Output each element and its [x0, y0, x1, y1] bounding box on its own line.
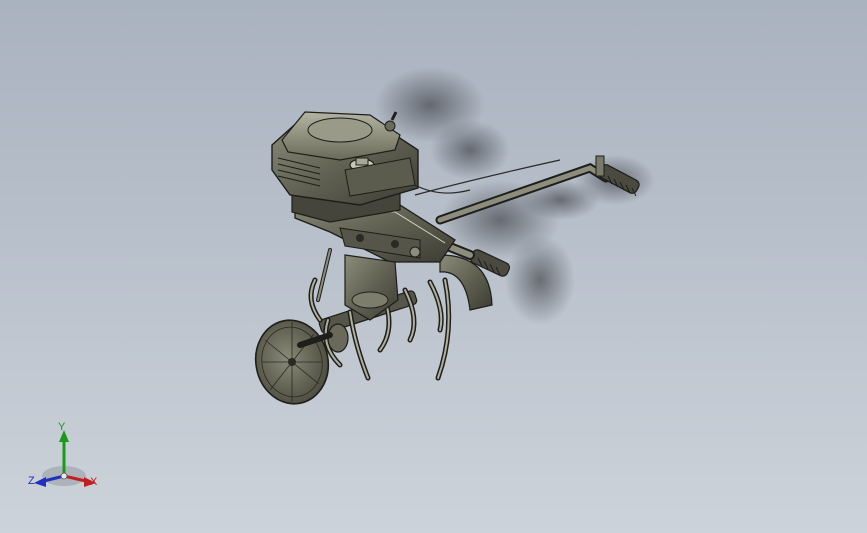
- reference-triad: Y Z X: [26, 420, 106, 492]
- throttle-cable: [414, 184, 471, 194]
- depth-stake[interactable]: [316, 248, 332, 302]
- tiller-cultivator-model[interactable]: [0, 0, 867, 533]
- axis-label-x: X: [90, 476, 98, 488]
- axis-label-z: Z: [28, 475, 35, 487]
- tiller-tines[interactable]: [308, 254, 452, 381]
- axis-label-y: Y: [58, 421, 66, 433]
- graphics-viewport[interactable]: Y Z X: [0, 0, 867, 533]
